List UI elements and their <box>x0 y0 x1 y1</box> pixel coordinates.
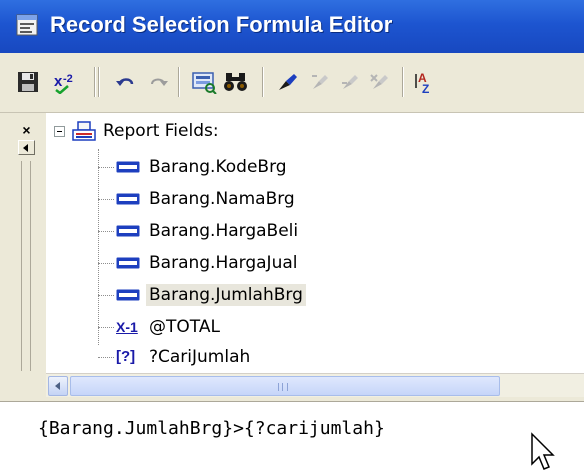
next-bookmark-button[interactable] <box>306 69 334 95</box>
tree-item[interactable]: [?] ?CariJumlah <box>116 345 253 369</box>
window-title: Record Selection Formula Editor <box>50 12 393 37</box>
collapse-tree-icon[interactable] <box>18 140 35 155</box>
tree-connector <box>98 327 114 328</box>
toolbar-separator <box>402 67 404 97</box>
svg-text:Z: Z <box>422 82 429 94</box>
formula-editor-app-icon[interactable] <box>16 14 38 36</box>
sort-az-icon: A Z <box>415 71 429 94</box>
prev-bookmark-icon <box>342 75 358 89</box>
database-field-icon <box>116 193 140 205</box>
sort-button[interactable]: A Z <box>412 69 440 95</box>
splitter-grip[interactable] <box>21 161 31 371</box>
database-field-icon <box>116 257 140 269</box>
check-syntax-button[interactable]: x -2 <box>52 69 80 95</box>
next-bookmark-icon <box>312 75 328 89</box>
database-field-icon <box>116 225 140 237</box>
find-button[interactable] <box>222 69 250 95</box>
tree-item-label: Barang.HargaBeli <box>149 221 299 241</box>
toggle-bookmark-button[interactable] <box>274 69 302 95</box>
tree-item[interactable]: Barang.KodeBrg <box>116 155 290 179</box>
tree-item-label: Barang.HargaJual <box>149 253 298 273</box>
tree-item[interactable]: X-1 @TOTAL <box>116 315 223 339</box>
formula-text[interactable]: {Barang.JumlahBrg}>{?carijumlah} <box>38 418 385 439</box>
browse-data-button[interactable] <box>190 69 218 95</box>
tree-item[interactable]: Barang.NamaBrg <box>116 187 298 211</box>
undo-button[interactable] <box>112 69 140 95</box>
svg-text:x: x <box>54 73 63 90</box>
undo-icon <box>116 78 134 86</box>
clear-bookmarks-icon <box>370 74 388 89</box>
tree-item-label: Barang.NamaBrg <box>149 189 295 209</box>
toolbar-separator <box>98 67 100 97</box>
check-formula-icon: x -2 <box>54 73 73 94</box>
tree-connector <box>98 263 114 264</box>
save-icon <box>18 72 38 92</box>
tree-root-label: Report Fields: <box>103 121 219 141</box>
close-tree-icon[interactable]: × <box>18 123 35 138</box>
horizontal-scrollbar[interactable] <box>46 373 584 397</box>
formula-field-icon: X-1 <box>116 319 138 335</box>
tree-item-label: @TOTAL <box>149 317 220 337</box>
mouse-pointer-icon <box>531 432 555 470</box>
tree-item[interactable]: Barang.HargaJual <box>116 251 300 275</box>
database-field-icon <box>116 161 140 173</box>
clear-bookmarks-button[interactable] <box>366 69 394 95</box>
scroll-left-icon[interactable] <box>48 376 68 396</box>
redo-icon <box>151 78 168 86</box>
title-bar[interactable]: Record Selection Formula Editor <box>0 0 584 53</box>
binoculars-icon <box>224 73 247 91</box>
tree-item-label: ?CariJumlah <box>149 347 251 367</box>
scrollbar-thumb[interactable] <box>70 376 500 396</box>
tree-root-report-fields[interactable]: Report Fields: <box>72 119 222 143</box>
toolbar-separator <box>178 67 180 97</box>
tree-item-selected[interactable]: Barang.JumlahBrg <box>116 283 306 307</box>
tree-connector <box>98 199 114 200</box>
report-fields-icon <box>72 121 96 141</box>
bookmark-icon <box>279 74 297 90</box>
browse-data-icon <box>192 72 217 94</box>
tree-item-label: Barang.KodeBrg <box>149 157 287 177</box>
tree-connector <box>98 231 114 232</box>
tree-connector <box>98 167 114 168</box>
tree-connector <box>98 357 114 358</box>
toolbar-separator <box>94 67 96 97</box>
tree-connector <box>98 295 114 296</box>
scrollbar-grip-icon <box>278 383 288 391</box>
save-close-button[interactable] <box>14 69 42 95</box>
tree-side-rail: × <box>18 123 36 373</box>
svg-text:-2: -2 <box>63 73 73 85</box>
tree-connector <box>98 149 99 345</box>
field-tree-pane: × Report Fields: Barang.KodeBrg Barang.N… <box>0 113 584 401</box>
prev-bookmark-button[interactable] <box>336 69 364 95</box>
formula-text-area[interactable]: {Barang.JumlahBrg}>{?carijumlah} <box>0 401 584 471</box>
database-field-icon <box>116 289 140 301</box>
redo-button[interactable] <box>144 69 172 95</box>
toolbar: x -2 A Z <box>0 53 584 113</box>
toolbar-separator <box>262 67 264 97</box>
parameter-field-icon: [?] <box>116 348 136 365</box>
tree-item-label: Barang.JumlahBrg <box>146 284 306 306</box>
tree-item[interactable]: Barang.HargaBeli <box>116 219 301 243</box>
collapse-node-icon[interactable] <box>54 126 65 137</box>
field-tree: Report Fields: Barang.KodeBrg Barang.Nam… <box>46 113 584 373</box>
